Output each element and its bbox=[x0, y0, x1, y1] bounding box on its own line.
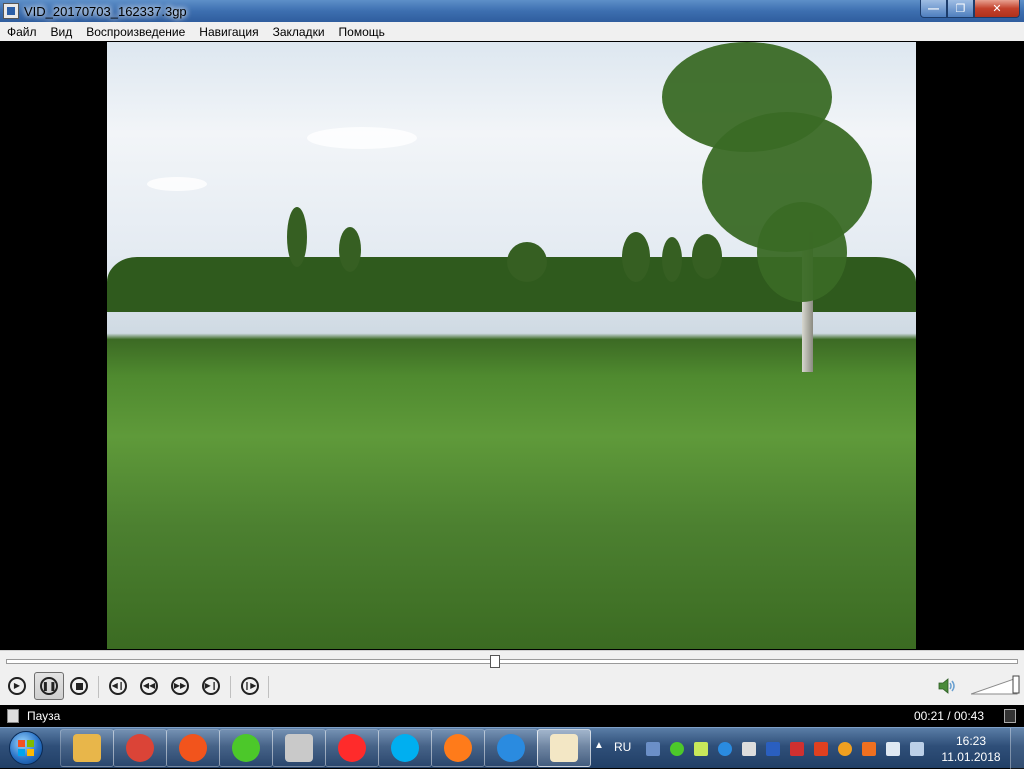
seek-bar[interactable] bbox=[6, 659, 1018, 664]
clock[interactable]: 16:23 11.01.2018 bbox=[938, 733, 1004, 765]
tree bbox=[622, 232, 650, 282]
menu-help[interactable]: Помощь bbox=[332, 25, 392, 39]
language-indicator[interactable]: RU bbox=[614, 740, 631, 754]
taskbar-scanner-button[interactable] bbox=[272, 729, 326, 767]
lav-tray-icon[interactable] bbox=[742, 742, 756, 756]
taskbar-firefox-button[interactable] bbox=[431, 729, 485, 767]
maximize-button[interactable]: ❐ bbox=[947, 0, 974, 18]
next-button[interactable]: ▶❙ bbox=[199, 674, 223, 698]
cloud bbox=[147, 177, 207, 191]
windows-logo-icon bbox=[9, 731, 43, 765]
zona-icon bbox=[497, 734, 525, 762]
playback-status: Пауза bbox=[27, 709, 61, 723]
separator bbox=[268, 676, 269, 698]
pause-icon: ❚❚ bbox=[40, 677, 58, 695]
stop-icon bbox=[70, 677, 88, 695]
menu-playback[interactable]: Воспроизведение bbox=[79, 25, 192, 39]
tray-app-icon[interactable] bbox=[694, 742, 708, 756]
forward-button[interactable]: ▶▶ bbox=[168, 674, 192, 698]
menu-view[interactable]: Вид bbox=[44, 25, 80, 39]
clock-time: 16:23 bbox=[955, 734, 987, 748]
rewind-button[interactable]: ◀◀ bbox=[137, 674, 161, 698]
birch-crown bbox=[757, 202, 847, 302]
file-icon bbox=[7, 709, 19, 723]
file-explorer-icon bbox=[73, 734, 101, 762]
taskbar-chrome-button[interactable] bbox=[113, 729, 167, 767]
tray-fox-icon[interactable] bbox=[862, 742, 876, 756]
start-button[interactable] bbox=[4, 729, 48, 767]
tree bbox=[287, 207, 307, 267]
menu-navigation[interactable]: Навигация bbox=[192, 25, 265, 39]
skype-icon bbox=[391, 734, 419, 762]
taskbar-skype-button[interactable] bbox=[378, 729, 432, 767]
tray-speaker-app-icon[interactable] bbox=[814, 742, 828, 756]
tray-expand-icon[interactable]: ▲ bbox=[594, 740, 604, 751]
show-desktop-button[interactable] bbox=[1010, 728, 1024, 769]
icq-icon bbox=[232, 734, 260, 762]
taskbar-media-player-button[interactable] bbox=[537, 729, 591, 767]
status-bar: Пауза 00:21 / 00:43 bbox=[0, 705, 1024, 727]
separator bbox=[230, 676, 231, 698]
video-frame[interactable] bbox=[107, 42, 916, 649]
taskbar-file-explorer-button[interactable] bbox=[60, 729, 114, 767]
lav-video-tray-icon[interactable] bbox=[766, 742, 780, 756]
menu-bar: Файл Вид Воспроизведение Навигация Закла… bbox=[0, 22, 1024, 41]
window-controls: — ❐ ✕ bbox=[920, 0, 1020, 18]
frame-step-icon: ❙▶ bbox=[241, 677, 259, 695]
app-orange-icon bbox=[179, 734, 207, 762]
yandex-browser-icon bbox=[338, 734, 366, 762]
icq-tray-icon[interactable] bbox=[670, 742, 684, 756]
taskbar-app-orange-button[interactable] bbox=[166, 729, 220, 767]
stop-button[interactable] bbox=[67, 674, 91, 698]
close-button[interactable]: ✕ bbox=[974, 0, 1020, 18]
fast-forward-icon: ▶▶ bbox=[171, 677, 189, 695]
lav-audio-tray-icon[interactable] bbox=[790, 742, 804, 756]
menu-bookmarks[interactable]: Закладки bbox=[266, 25, 332, 39]
playback-controls: ▶ ❚❚ ◀❙ ◀◀ ▶▶ ▶❙ ❙▶ bbox=[0, 650, 1024, 705]
pause-button[interactable]: ❚❚ bbox=[34, 672, 64, 700]
taskbar-zona-button[interactable] bbox=[484, 729, 538, 767]
frame-step-button[interactable]: ❙▶ bbox=[238, 674, 262, 698]
taskbar-icq-button[interactable] bbox=[219, 729, 273, 767]
play-button[interactable]: ▶ bbox=[5, 674, 29, 698]
minimize-button[interactable]: — bbox=[920, 0, 947, 18]
taskbar-yandex-browser-button[interactable] bbox=[325, 729, 379, 767]
close-icon: ✕ bbox=[992, 3, 1002, 15]
skip-previous-icon: ◀❙ bbox=[109, 677, 127, 695]
play-icon: ▶ bbox=[8, 677, 26, 695]
zona-tray-icon[interactable] bbox=[718, 742, 732, 756]
display-tray-icon[interactable] bbox=[910, 742, 924, 756]
seek-thumb[interactable] bbox=[489, 655, 500, 668]
previous-button[interactable]: ◀❙ bbox=[106, 674, 130, 698]
minimize-icon: — bbox=[928, 2, 939, 15]
tree bbox=[662, 237, 682, 282]
firefox-icon bbox=[444, 734, 472, 762]
restore-icon: ❐ bbox=[955, 3, 966, 15]
resize-grip-icon[interactable] bbox=[1004, 709, 1016, 723]
skip-next-icon: ▶❙ bbox=[202, 677, 220, 695]
title-bar: VID_20170703_162337.3gp — ❐ ✕ bbox=[0, 0, 1024, 22]
rewind-icon: ◀◀ bbox=[140, 677, 158, 695]
separator bbox=[98, 676, 99, 698]
volume-slider[interactable] bbox=[971, 675, 1021, 695]
video-area[interactable] bbox=[0, 41, 1024, 650]
taskbar: ▲ RU 16:23 11.01.2018 bbox=[0, 727, 1024, 769]
tree bbox=[692, 234, 722, 279]
volume-tray-icon[interactable] bbox=[886, 742, 900, 756]
chrome-icon bbox=[126, 734, 154, 762]
media-player-icon bbox=[550, 734, 578, 762]
tree bbox=[339, 227, 361, 272]
menu-file[interactable]: Файл bbox=[0, 25, 44, 39]
clock-date: 11.01.2018 bbox=[941, 750, 1001, 764]
cloud bbox=[307, 127, 417, 149]
time-display: 00:21 / 00:43 bbox=[913, 709, 984, 723]
scanner-icon bbox=[285, 734, 313, 762]
network-tray-icon[interactable] bbox=[646, 742, 660, 756]
window-title: VID_20170703_162337.3gp bbox=[24, 3, 187, 19]
app-icon[interactable] bbox=[3, 3, 19, 19]
tree bbox=[507, 242, 547, 282]
tray-settings-icon[interactable] bbox=[838, 742, 852, 756]
speaker-icon[interactable] bbox=[938, 678, 958, 694]
